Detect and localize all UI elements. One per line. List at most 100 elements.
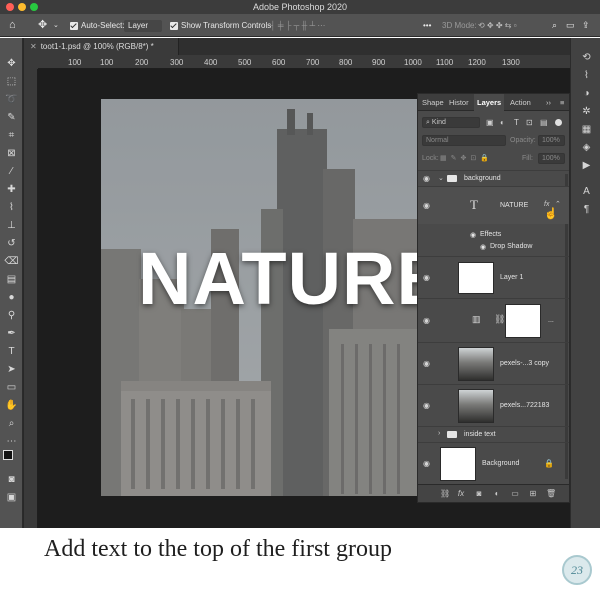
visibility-eye-icon[interactable]: ◉ xyxy=(423,460,433,468)
blend-mode-dropdown[interactable]: Normal xyxy=(422,135,506,146)
history-brush-tool-icon[interactable]: ↺ xyxy=(4,238,19,250)
layer-image-pexels-copy[interactable]: ◉ pexels-...3 copy xyxy=(418,342,569,384)
lock-icon: 🔒 xyxy=(544,459,554,468)
blur-tool-icon[interactable]: ● xyxy=(4,292,19,304)
color-panel-icon[interactable]: ✲ xyxy=(580,106,593,118)
layer-background[interactable]: ◉ Background 🔒 xyxy=(418,442,569,484)
group-chevron-down-icon[interactable]: ⌄ xyxy=(438,174,444,182)
transform-controls-checkbox[interactable]: Show Transform Controls xyxy=(170,14,271,37)
play-action-icon[interactable]: ▶ xyxy=(580,160,593,172)
layer-effects-row[interactable]: ◉ Effects xyxy=(418,230,569,242)
quick-mask-icon[interactable]: ◙ xyxy=(4,474,19,486)
move-tool-icon[interactable]: ✥ xyxy=(38,14,47,37)
new-layer-icon[interactable]: ⊞ xyxy=(528,489,538,499)
tab-shape[interactable]: Shape xyxy=(422,94,444,111)
layer-adjustment[interactable]: ◉ ▥ ⛓ ... xyxy=(418,298,569,342)
layer-group-inside-text[interactable]: › inside text xyxy=(418,426,569,442)
clone-stamp-tool-icon[interactable]: ⊥ xyxy=(4,220,19,232)
auto-select-checkbox[interactable]: Auto-Select: xyxy=(70,14,125,37)
add-mask-icon[interactable]: ◙ xyxy=(474,489,484,499)
brush-tool-icon[interactable]: ⌇ xyxy=(4,202,19,214)
quick-select-tool-icon[interactable]: ✎ xyxy=(4,112,19,124)
align-icons[interactable]: ┤ ╪ ├ ┬ ╫ ┴ ⋯ xyxy=(270,14,325,37)
adjustments-icon[interactable]: ◑ xyxy=(580,88,593,100)
visibility-eye-icon[interactable]: ◉ xyxy=(423,402,433,410)
filter-adjustment-icon[interactable]: ◐ xyxy=(500,118,505,127)
foreground-color-swatch[interactable] xyxy=(3,450,13,460)
filter-pixel-icon[interactable]: ▣ xyxy=(486,118,494,127)
filter-shape-icon[interactable]: ⊡ xyxy=(526,118,533,127)
group-chevron-right-icon[interactable]: › xyxy=(438,430,440,437)
link-layers-icon[interactable]: ⛓ xyxy=(440,489,450,499)
visibility-eye-icon[interactable]: ◉ xyxy=(423,360,433,368)
rectangle-tool-icon[interactable]: ▭ xyxy=(4,382,19,394)
zoom-tool-icon[interactable]: ⌕ xyxy=(4,418,19,430)
panel-expand-icon[interactable]: ›› xyxy=(546,94,551,111)
eraser-tool-icon[interactable]: ⌫ xyxy=(4,256,19,268)
tab-actions[interactable]: Action xyxy=(510,94,531,111)
panel-menu-icon[interactable]: ≡ xyxy=(560,94,564,111)
filter-toggle-icon[interactable] xyxy=(555,119,562,126)
drop-shadow-effect-row[interactable]: ◉ Drop Shadow xyxy=(418,242,569,254)
workspace-icon[interactable]: ▭ xyxy=(566,14,575,37)
libraries-icon[interactable]: ▦ xyxy=(580,124,593,136)
tools-panel: ✥ ⬚ ➰ ✎ ⌗ ⊠ ⁄ ✚ ⌇ ⊥ ↺ ⌫ ▤ ● ⚲ ✒ T ➤ ▭ ✋ … xyxy=(0,38,23,528)
visibility-eye-icon[interactable]: ◉ xyxy=(423,274,433,282)
eyedropper-tool-icon[interactable]: ⁄ xyxy=(4,166,19,178)
visibility-eye-icon[interactable]: ◉ xyxy=(423,317,433,325)
gradient-tool-icon[interactable]: ▤ xyxy=(4,274,19,286)
layer-image-pexels[interactable]: ◉ pexels...722183 xyxy=(418,384,569,426)
screen-mode-icon[interactable]: ▣ xyxy=(4,492,19,504)
minimize-window-button[interactable] xyxy=(18,3,26,11)
more-options-icon[interactable]: ••• xyxy=(423,14,431,37)
marquee-tool-icon[interactable]: ⬚ xyxy=(4,76,19,88)
path-select-tool-icon[interactable]: ➤ xyxy=(4,364,19,376)
tab-layers[interactable]: Layers xyxy=(474,94,505,111)
opacity-input[interactable]: 100% xyxy=(538,135,565,146)
type-tool-icon[interactable]: T xyxy=(4,346,19,358)
history-panel-icon[interactable]: ⟲ xyxy=(580,52,593,64)
frame-tool-icon[interactable]: ⊠ xyxy=(4,148,19,160)
auto-select-dropdown[interactable]: Layer xyxy=(124,14,163,37)
layer-group-background[interactable]: ◉ ⌄ background xyxy=(418,170,569,186)
crop-tool-icon[interactable]: ⌗ xyxy=(4,130,19,142)
home-icon[interactable]: ⌂ xyxy=(9,14,16,37)
hand-tool-icon[interactable]: ✋ xyxy=(4,400,19,412)
pen-tool-icon[interactable]: ✒ xyxy=(4,328,19,340)
filter-type-icon[interactable]: T xyxy=(514,118,519,127)
filter-smart-object-icon[interactable]: ▤ xyxy=(540,118,548,127)
3d-tools-icons[interactable]: ⟲ ✥ ✤ ⇆ ▫ xyxy=(478,14,517,37)
fill-input[interactable]: 100% xyxy=(538,153,565,164)
document-tab[interactable]: ✕ toot1-1.psd @ 100% (RGB/8*) * xyxy=(24,38,179,55)
tab-history[interactable]: Histor xyxy=(449,94,469,111)
visibility-eye-icon[interactable]: ◉ xyxy=(423,202,433,210)
zoom-window-button[interactable] xyxy=(30,3,38,11)
layer-text-nature[interactable]: ◉ T NATURE fx ⌃ ☝ xyxy=(418,186,569,224)
drop-shadow-eye-icon[interactable]: ◉ xyxy=(480,243,486,251)
new-group-icon[interactable]: ▭ xyxy=(510,489,520,499)
visibility-eye-icon[interactable]: ◉ xyxy=(423,175,433,183)
search-icon[interactable]: ⌕ xyxy=(552,14,557,37)
lock-icons[interactable]: ▦✎✥⊡🔒 xyxy=(440,154,493,162)
lasso-tool-icon[interactable]: ➰ xyxy=(4,94,19,106)
dodge-tool-icon[interactable]: ⚲ xyxy=(4,310,19,322)
close-tab-icon[interactable]: ✕ xyxy=(30,42,37,51)
new-adjustment-icon[interactable]: ◐ xyxy=(492,489,502,499)
canvas-headline-text[interactable]: NATURE xyxy=(138,236,447,321)
layer-pixel-layer1[interactable]: ◉ Layer 1 xyxy=(418,256,569,298)
brush-settings-icon[interactable]: ⌇ xyxy=(580,70,593,82)
add-style-icon[interactable]: fx xyxy=(456,489,466,499)
close-window-button[interactable] xyxy=(6,3,14,11)
tool-preset-chevron-icon[interactable]: ⌄ xyxy=(53,14,59,37)
layer-filter-dropdown[interactable]: ⌕ Kind xyxy=(422,117,480,128)
character-panel-icon[interactable]: A xyxy=(580,186,593,198)
share-icon[interactable]: ⇪ xyxy=(582,14,590,37)
healing-brush-tool-icon[interactable]: ✚ xyxy=(4,184,19,196)
layer-name: background xyxy=(464,175,501,182)
effects-eye-icon[interactable]: ◉ xyxy=(470,231,476,239)
move-tool-icon[interactable]: ✥ xyxy=(4,58,19,70)
delete-layer-icon[interactable]: 🗑 xyxy=(546,489,556,499)
more-tools-icon[interactable]: ⋯ xyxy=(4,436,19,448)
paragraph-panel-icon[interactable]: ¶ xyxy=(580,204,593,216)
layers-panel-icon[interactable]: ◈ xyxy=(580,142,593,154)
